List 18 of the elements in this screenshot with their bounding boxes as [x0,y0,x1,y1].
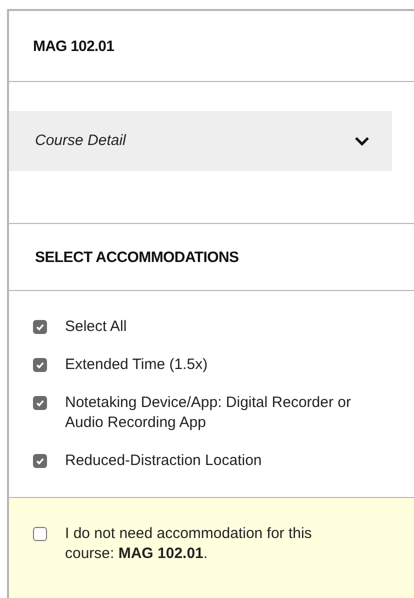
check-icon [35,456,45,466]
checkbox[interactable] [33,527,47,541]
course-detail-dropdown[interactable]: Course Detail [9,110,392,170]
checkbox-label: I do not need accommodation for this course: MAG 102.01. [65,524,313,564]
checkbox-label: Notetaking Device/App: Digital Recorder or Audio Recording App [65,393,352,433]
checkbox[interactable] [33,454,47,468]
checkbox-label: Reduced-Distraction Location [65,451,263,471]
check-icon [35,322,45,332]
check-icon [35,398,45,408]
checkbox[interactable] [33,358,47,372]
checkbox-label: Select All [65,317,128,337]
checkbox-label: Extended Time (1.5x) [65,355,209,375]
check-icon [35,360,45,370]
checkbox[interactable] [33,320,47,334]
section-title: SELECT ACCOMMODATIONS [9,224,414,291]
chevron-icon [354,136,370,146]
course-code: MAG 102.01 [33,38,114,54]
checkbox[interactable] [33,396,47,410]
